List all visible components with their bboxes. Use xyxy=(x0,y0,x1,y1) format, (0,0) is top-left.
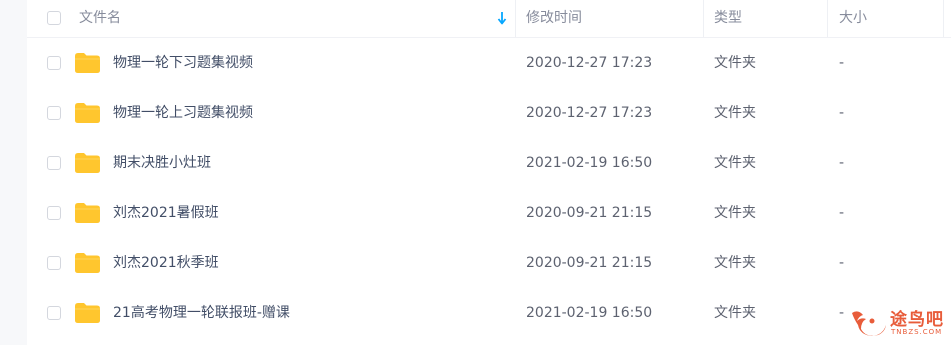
file-size: - xyxy=(839,305,845,321)
file-name-link[interactable]: 21高考物理一轮联报班-赠课 xyxy=(113,288,290,338)
file-name-link[interactable]: 物理一轮上习题集视频 xyxy=(113,88,253,138)
watermark-text: 途鸟吧 xyxy=(890,310,944,330)
folder-icon xyxy=(75,303,100,323)
modified-time: 2020-09-21 21:15 xyxy=(526,205,653,221)
table-row[interactable]: 物理一轮下习题集视频 2020-12-27 17:23 文件夹 - xyxy=(27,38,951,88)
file-size: - xyxy=(839,105,845,121)
modified-time: 2020-09-21 21:15 xyxy=(526,255,653,271)
bird-logo-icon xyxy=(852,311,886,336)
row-checkbox[interactable] xyxy=(47,56,61,70)
file-type: 文件夹 xyxy=(714,105,756,121)
column-divider xyxy=(827,0,828,37)
file-name-link[interactable]: 刘杰2021秋季班 xyxy=(113,238,219,288)
file-type: 文件夹 xyxy=(714,305,756,321)
modified-time: 2020-12-27 17:23 xyxy=(526,55,653,71)
row-checkbox[interactable] xyxy=(47,256,61,270)
row-checkbox[interactable] xyxy=(47,306,61,320)
watermark-subtext: TNBZS.COM xyxy=(891,328,943,336)
select-all-checkbox[interactable] xyxy=(47,11,61,25)
folder-icon xyxy=(75,53,100,73)
column-header-modified[interactable]: 修改时间 xyxy=(526,0,582,37)
file-name-link[interactable]: 物理一轮下习题集视频 xyxy=(113,38,253,88)
file-size: - xyxy=(839,55,845,71)
modified-time: 2021-02-19 16:50 xyxy=(526,155,653,171)
file-list-header: 文件名 修改时间 类型 大小 xyxy=(27,0,951,38)
column-header-size[interactable]: 大小 xyxy=(839,0,867,37)
file-type: 文件夹 xyxy=(714,55,756,71)
table-row[interactable]: 物理一轮上习题集视频 2020-12-27 17:23 文件夹 - xyxy=(27,88,951,138)
table-row[interactable]: 21高考物理一轮联报班-赠课 2021-02-19 16:50 文件夹 - xyxy=(27,288,951,338)
column-divider xyxy=(515,0,516,37)
file-type: 文件夹 xyxy=(714,155,756,171)
file-size: - xyxy=(839,155,845,171)
file-type: 文件夹 xyxy=(714,205,756,221)
column-header-type[interactable]: 类型 xyxy=(714,0,742,37)
column-divider xyxy=(703,0,704,37)
table-row[interactable]: 刘杰2021暑假班 2020-09-21 21:15 文件夹 - xyxy=(27,188,951,238)
watermark-logo: 途鸟吧 TNBZS.COM xyxy=(848,303,948,343)
file-size: - xyxy=(839,205,845,221)
file-name-link[interactable]: 刘杰2021暑假班 xyxy=(113,188,219,238)
file-size: - xyxy=(839,255,845,271)
arrow-down-icon[interactable] xyxy=(497,11,507,25)
row-checkbox[interactable] xyxy=(47,156,61,170)
table-row[interactable]: 刘杰2021秋季班 2020-09-21 21:15 文件夹 - xyxy=(27,238,951,288)
file-name-link[interactable]: 期末决胜小灶班 xyxy=(113,138,211,188)
table-row[interactable]: 期末决胜小灶班 2021-02-19 16:50 文件夹 - xyxy=(27,138,951,188)
folder-icon xyxy=(75,253,100,273)
file-type: 文件夹 xyxy=(714,255,756,271)
row-checkbox[interactable] xyxy=(47,206,61,220)
column-header-name[interactable]: 文件名 xyxy=(79,0,121,37)
folder-icon xyxy=(75,103,100,123)
left-gutter xyxy=(0,0,27,345)
folder-icon xyxy=(75,153,100,173)
modified-time: 2020-12-27 17:23 xyxy=(526,105,653,121)
folder-icon xyxy=(75,203,100,223)
modified-time: 2021-02-19 16:50 xyxy=(526,305,653,321)
column-divider xyxy=(943,0,944,37)
row-checkbox[interactable] xyxy=(47,106,61,120)
